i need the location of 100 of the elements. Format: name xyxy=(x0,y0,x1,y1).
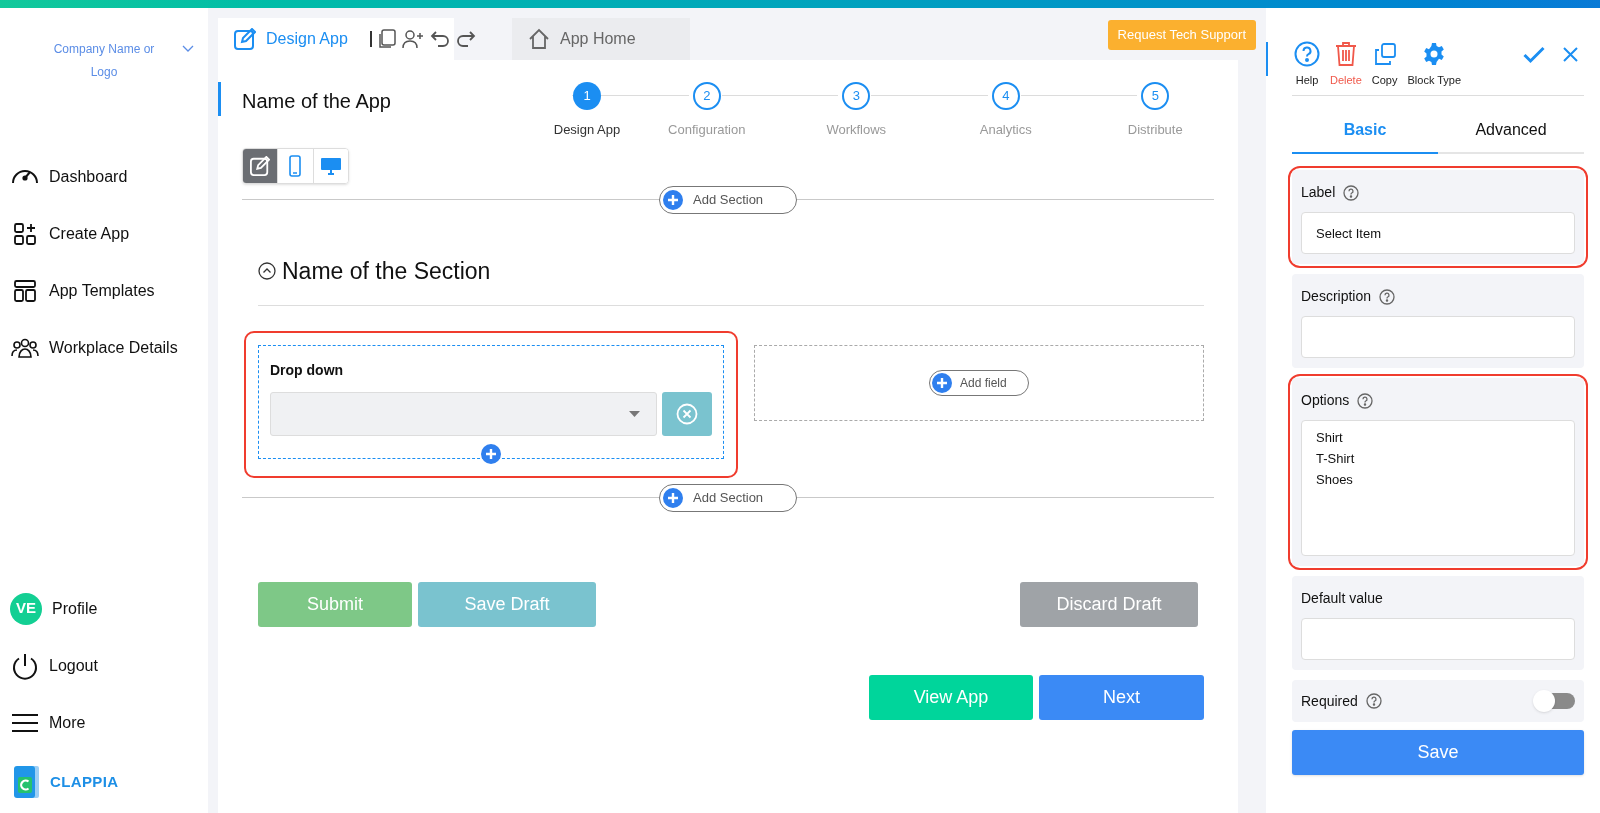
copy-icon[interactable] xyxy=(377,29,396,49)
option-line: T-Shirt xyxy=(1316,450,1356,468)
nav-item[interactable]: Create App xyxy=(0,205,208,262)
add-below-button[interactable] xyxy=(481,443,501,464)
help-icon xyxy=(1365,693,1382,709)
panel-tab[interactable]: Advanced xyxy=(1438,108,1584,154)
checkmark-icon[interactable] xyxy=(1523,46,1545,64)
panel-tab[interactable]: Basic xyxy=(1292,108,1438,154)
property-label: Required xyxy=(1301,691,1358,711)
nav-label: App Templates xyxy=(49,280,155,301)
nav-label: Workplace Details xyxy=(49,337,178,358)
company-name[interactable]: Company Name or Logo xyxy=(44,38,164,84)
required-toggle[interactable] xyxy=(1535,693,1575,709)
edit-view-button[interactable] xyxy=(243,149,278,183)
brand-name: CLAPPIA xyxy=(50,771,119,792)
property-label: Default value xyxy=(1301,589,1383,608)
help-button[interactable]: Help xyxy=(1292,40,1322,89)
menu-icon xyxy=(11,712,39,733)
option-line: Shirt xyxy=(1316,429,1344,447)
nav-label: Dashboard xyxy=(49,166,128,187)
nav-label: More xyxy=(49,712,86,733)
gear-icon xyxy=(1422,42,1447,66)
power-icon xyxy=(11,651,39,680)
people-icon xyxy=(11,336,39,359)
add-field-button[interactable]: Add field xyxy=(929,369,1029,396)
add-section-button[interactable]: Add Section xyxy=(659,186,797,214)
logo-icon xyxy=(14,765,40,799)
help-icon xyxy=(1343,184,1360,201)
step-label[interactable]: Analytics xyxy=(979,120,1032,140)
chevron-down-icon[interactable] xyxy=(182,45,194,53)
mobile-view-button[interactable] xyxy=(277,149,313,183)
field-label: Drop down xyxy=(270,360,345,380)
plus-icon xyxy=(932,372,952,393)
submit-button[interactable]: Submit xyxy=(258,581,412,627)
nav-item[interactable]: Workplace Details xyxy=(0,319,208,376)
monitor-icon xyxy=(319,156,342,176)
step-label[interactable]: Configuration xyxy=(668,120,746,140)
nav-item[interactable]: More xyxy=(0,694,208,751)
step-number[interactable]: 4 xyxy=(991,82,1020,110)
collapse-icon[interactable] xyxy=(258,262,276,281)
caret-icon xyxy=(629,410,640,417)
grid-plus-icon xyxy=(13,221,37,246)
nav-label: Create App xyxy=(49,223,130,244)
nav-label: Logout xyxy=(49,655,98,676)
layout-icon xyxy=(13,278,37,303)
text-field[interactable] xyxy=(1301,316,1575,358)
edit-icon xyxy=(250,156,271,176)
next-button[interactable]: Next xyxy=(1039,674,1204,720)
desktop-view-button[interactable] xyxy=(312,149,348,183)
gauge-icon xyxy=(10,168,40,185)
options-field[interactable]: Shirt T-Shirt Shoes xyxy=(1301,420,1575,556)
field-block[interactable]: Drop down xyxy=(258,344,724,459)
add-section-button[interactable]: Add Section xyxy=(659,483,797,512)
add-user-icon[interactable] xyxy=(401,29,424,49)
home-icon xyxy=(528,28,550,50)
property-label: Description xyxy=(1301,287,1372,306)
property-label: Options xyxy=(1301,391,1350,410)
nav-label: Profile xyxy=(52,598,98,619)
app-name: Name of the App xyxy=(242,89,392,114)
help-icon xyxy=(1379,288,1396,305)
view-app-button[interactable]: View App xyxy=(869,674,1033,720)
remove-field-button[interactable] xyxy=(662,391,712,436)
tech-support-button[interactable]: Request Tech Support xyxy=(1107,20,1256,50)
avatar: VE xyxy=(10,592,42,625)
copy-button[interactable]: Copy xyxy=(1369,40,1400,89)
delete-button[interactable]: Delete xyxy=(1328,40,1364,89)
copy-icon xyxy=(1372,42,1397,66)
redo-icon[interactable] xyxy=(455,30,476,48)
phone-icon xyxy=(289,155,302,177)
save-draft-button[interactable]: Save Draft xyxy=(418,581,596,627)
text-field[interactable]: Select Item xyxy=(1301,212,1575,254)
nav-item[interactable]: Dashboard xyxy=(0,148,208,205)
dropdown-field[interactable] xyxy=(270,391,657,436)
discard-draft-button[interactable]: Discard Draft xyxy=(1020,581,1198,627)
nav-item[interactable]: App Templates xyxy=(0,262,208,319)
step-number[interactable]: 1 xyxy=(573,82,601,110)
text-field[interactable] xyxy=(1301,618,1575,660)
plus-icon xyxy=(663,487,683,508)
option-line: Shoes xyxy=(1316,471,1354,489)
help-icon xyxy=(1294,41,1320,67)
undo-icon[interactable] xyxy=(429,30,450,48)
trash-icon xyxy=(1334,41,1357,67)
step-label[interactable]: Workflows xyxy=(826,120,887,140)
step-label[interactable]: Design App xyxy=(553,120,621,140)
step-label[interactable]: Distribute xyxy=(1127,120,1183,140)
step-number[interactable]: 3 xyxy=(842,82,871,110)
nav-item[interactable]: Logout xyxy=(0,637,208,694)
block-type-button[interactable]: Block Type xyxy=(1405,40,1464,89)
section-title: Name of the Section xyxy=(282,257,491,286)
plus-icon xyxy=(663,190,683,210)
edit-icon xyxy=(234,28,256,50)
property-label: Label xyxy=(1301,183,1336,202)
step-number[interactable]: 2 xyxy=(692,82,721,110)
close-icon[interactable] xyxy=(1563,47,1578,62)
help-icon xyxy=(1357,392,1374,409)
step-number[interactable]: 5 xyxy=(1141,82,1170,110)
profile-item[interactable]: VE Profile xyxy=(0,580,208,637)
save-button[interactable]: Save xyxy=(1292,730,1584,775)
close-circle-icon xyxy=(676,402,698,425)
app-tab[interactable]: App Home xyxy=(512,18,690,60)
